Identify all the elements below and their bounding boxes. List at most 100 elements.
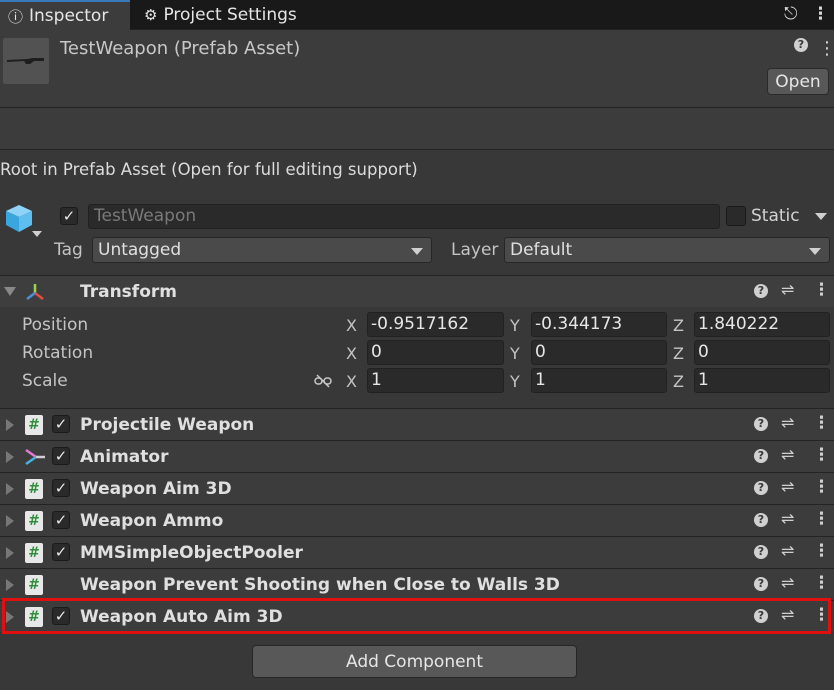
help-icon[interactable]: ?	[794, 38, 808, 52]
axis-z-label[interactable]: Z	[673, 316, 684, 335]
presets-icon[interactable]: ⇌	[781, 413, 794, 432]
tab-label: Project Settings	[163, 5, 297, 25]
component-row[interactable]: # ✓ Weapon Aim 3D ? ⇌ ⋮	[0, 472, 834, 504]
gameobject-active-checkbox[interactable]: ✓	[60, 207, 78, 225]
transform-icon	[26, 284, 44, 300]
component-title: Weapon Aim 3D	[80, 479, 232, 499]
component-row[interactable]: # ✓ Weapon Ammo ? ⇌ ⋮	[0, 504, 834, 536]
axis-z-label[interactable]: Z	[673, 344, 684, 363]
component-title: Projectile Weapon	[80, 415, 255, 435]
gear-icon: ⚙	[144, 6, 158, 24]
foldout-expanded-icon[interactable]	[4, 287, 16, 296]
tab-bar: ⓘ Inspector ⚙ Project Settings ⎋ ⋮	[0, 0, 834, 30]
scale-z-field[interactable]: 1	[694, 368, 830, 393]
more-options-icon[interactable]: ⋮	[813, 477, 830, 497]
script-icon: #	[25, 479, 43, 499]
more-options-icon[interactable]: ⋮	[813, 445, 830, 465]
help-icon[interactable]: ?	[754, 577, 768, 591]
layer-dropdown[interactable]: Default	[504, 237, 830, 263]
help-icon[interactable]: ?	[754, 513, 768, 527]
component-enabled-checkbox[interactable]: ✓	[52, 543, 70, 561]
more-options-icon[interactable]: ⋮	[813, 280, 830, 300]
header-spacer	[0, 108, 834, 150]
icon-dropdown-caret-icon[interactable]	[32, 231, 42, 237]
scale-y-field[interactable]: 1	[531, 368, 667, 393]
component-title: Animator	[80, 447, 169, 467]
rotation-y-field[interactable]: 0	[531, 340, 667, 365]
static-dropdown-caret-icon[interactable]	[815, 213, 827, 220]
foldout-collapsed-icon[interactable]	[6, 483, 14, 495]
component-row[interactable]: # ✓ MMSimpleObjectPooler ? ⇌ ⋮	[0, 536, 834, 568]
axis-x-label[interactable]: X	[346, 372, 357, 391]
presets-icon[interactable]: ⇌	[781, 509, 794, 528]
component-title: Transform	[80, 282, 177, 302]
layer-value: Default	[510, 240, 573, 260]
component-enabled-checkbox[interactable]: ✓	[52, 415, 70, 433]
prefab-preview-thumbnail	[3, 38, 49, 84]
info-icon: ⓘ	[8, 7, 24, 26]
inspector-header: TestWeapon (Prefab Asset) ? ⋮ Open	[0, 30, 834, 108]
tab-label: Inspector	[29, 6, 109, 26]
help-icon[interactable]: ?	[754, 417, 768, 431]
component-enabled-checkbox[interactable]: ✓	[52, 511, 70, 529]
presets-icon[interactable]: ⇌	[781, 477, 794, 496]
more-options-icon[interactable]: ⋮	[813, 573, 830, 593]
component-row[interactable]: ✓ Animator ? ⇌ ⋮	[0, 440, 834, 472]
presets-icon[interactable]: ⇌	[781, 573, 794, 592]
rotation-z-field[interactable]: 0	[694, 340, 830, 365]
rifle-icon	[7, 58, 44, 64]
more-options-icon[interactable]: ⋮	[813, 509, 830, 529]
component-row[interactable]: # Weapon Prevent Shooting when Close to …	[0, 568, 834, 600]
transform-header[interactable]: Transform ? ⇌ ⋮	[0, 275, 834, 307]
axis-y-label[interactable]: Y	[510, 344, 520, 363]
component-enabled-checkbox[interactable]: ✓	[52, 479, 70, 497]
axis-z-label[interactable]: Z	[673, 372, 684, 391]
tab-project-settings[interactable]: ⚙ Project Settings	[136, 0, 316, 30]
foldout-collapsed-icon[interactable]	[6, 451, 14, 463]
constrain-proportions-link-icon[interactable]	[314, 374, 332, 388]
foldout-collapsed-icon[interactable]	[6, 419, 14, 431]
help-icon[interactable]: ?	[754, 481, 768, 495]
rotation-x-field[interactable]: 0	[367, 340, 504, 365]
position-y-field[interactable]: -0.344173	[531, 312, 667, 337]
static-checkbox[interactable]	[726, 206, 746, 226]
prefab-root-note: Root in Prefab Asset (Open for full edit…	[0, 160, 418, 179]
gameobject-name-field[interactable]: TestWeapon	[88, 204, 720, 229]
asset-title: TestWeapon (Prefab Asset)	[60, 38, 301, 59]
foldout-collapsed-icon[interactable]	[6, 579, 14, 591]
layer-label: Layer	[451, 240, 499, 260]
component-enabled-checkbox[interactable]: ✓	[52, 447, 70, 465]
tab-inspector[interactable]: ⓘ Inspector	[0, 0, 130, 30]
position-x-field[interactable]: -0.9517162	[367, 312, 504, 337]
tag-value: Untagged	[98, 240, 182, 260]
scale-x-field[interactable]: 1	[367, 368, 504, 393]
tag-label: Tag	[54, 240, 83, 260]
foldout-collapsed-icon[interactable]	[6, 515, 14, 527]
axis-x-label[interactable]: X	[346, 316, 357, 335]
presets-icon[interactable]: ⇌	[781, 280, 794, 299]
open-prefab-button[interactable]: Open	[767, 68, 829, 95]
script-icon: #	[25, 511, 43, 531]
axis-y-label[interactable]: Y	[510, 316, 520, 335]
position-label: Position	[22, 315, 89, 335]
axis-x-label[interactable]: X	[346, 344, 357, 363]
component-title: Weapon Prevent Shooting when Close to Wa…	[80, 575, 560, 595]
help-icon[interactable]: ?	[754, 449, 768, 463]
gameobject-cube-icon[interactable]	[4, 203, 34, 233]
foldout-collapsed-icon[interactable]	[6, 547, 14, 559]
static-label: Static	[751, 206, 800, 226]
help-icon[interactable]: ?	[754, 545, 768, 559]
lock-icon[interactable]: ⎋	[784, 4, 797, 24]
more-options-icon[interactable]: ⋮	[812, 4, 829, 24]
presets-icon[interactable]: ⇌	[781, 541, 794, 560]
component-row[interactable]: # ✓ Projectile Weapon ? ⇌ ⋮	[0, 408, 834, 440]
axis-y-label[interactable]: Y	[510, 372, 520, 391]
position-z-field[interactable]: 1.840222	[694, 312, 830, 337]
more-options-icon[interactable]: ⋮	[813, 413, 830, 433]
add-component-button[interactable]: Add Component	[252, 645, 577, 678]
presets-icon[interactable]: ⇌	[781, 445, 794, 464]
more-options-icon[interactable]: ⋮	[813, 541, 830, 561]
help-icon[interactable]: ?	[754, 284, 768, 298]
tag-dropdown[interactable]: Untagged	[92, 237, 432, 263]
more-options-icon[interactable]: ⋮	[818, 38, 834, 59]
